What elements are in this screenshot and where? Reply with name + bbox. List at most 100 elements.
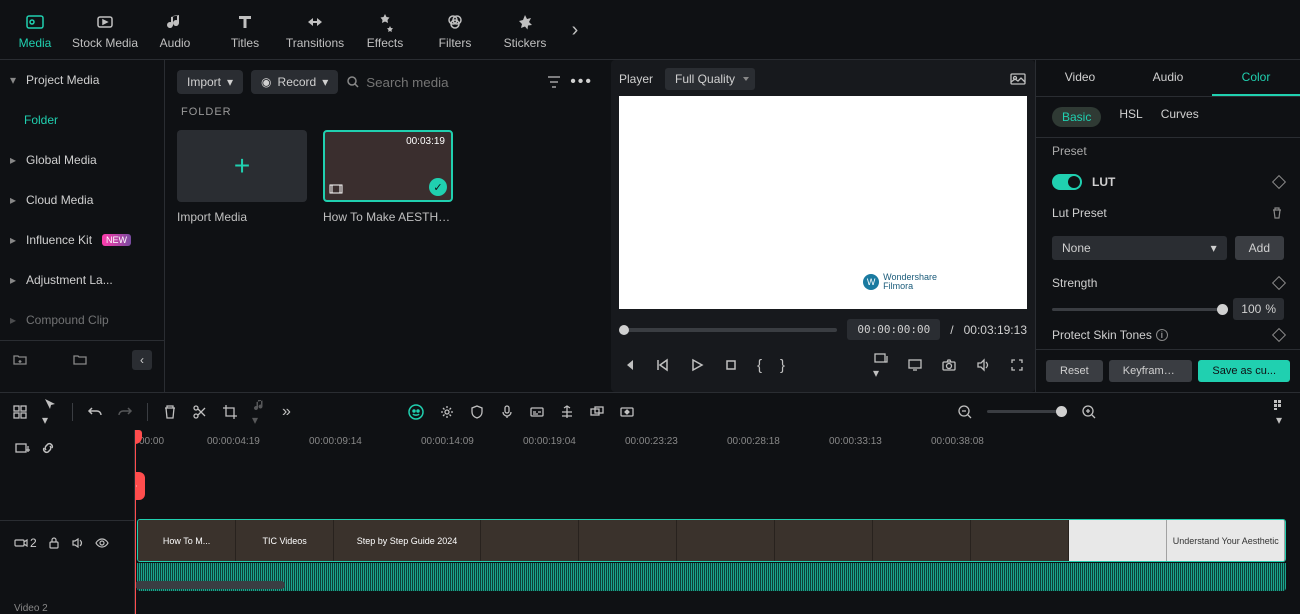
- tab-color[interactable]: Color: [1212, 60, 1300, 96]
- tab-video[interactable]: Video: [1036, 60, 1124, 96]
- cursor-icon[interactable]: ▾: [42, 397, 58, 427]
- trash-icon[interactable]: [1270, 206, 1284, 220]
- zoom-in-icon[interactable]: [1081, 404, 1097, 420]
- lock-icon[interactable]: [47, 536, 61, 550]
- keyframe-diamond[interactable]: [1272, 328, 1286, 342]
- sidebar-item-cloud[interactable]: ▸Cloud Media: [0, 180, 164, 220]
- visibility-icon[interactable]: [95, 536, 109, 550]
- mute-icon[interactable]: [71, 536, 85, 550]
- crop-icon[interactable]: [222, 404, 238, 420]
- music-icon[interactable]: ▾: [252, 397, 268, 427]
- plus-icon: +: [177, 130, 307, 202]
- mark-out-icon[interactable]: }: [780, 357, 785, 374]
- add-button[interactable]: Add: [1235, 236, 1284, 260]
- keyframe-icon[interactable]: [619, 404, 635, 420]
- lock-badge-icon[interactable]: [135, 472, 145, 500]
- info-icon[interactable]: i: [1156, 329, 1168, 341]
- play-icon[interactable]: [689, 357, 705, 373]
- media-panel: Import▾ ◉Record▾ ••• FOLDER + Import Med…: [165, 60, 605, 392]
- shield-icon[interactable]: [469, 404, 485, 420]
- playhead[interactable]: [135, 430, 136, 614]
- link-icon[interactable]: [40, 440, 56, 456]
- filter-icon[interactable]: [546, 74, 562, 90]
- tab-stock-media[interactable]: Stock Media: [70, 0, 140, 60]
- delete-icon[interactable]: [162, 404, 178, 420]
- tab-transitions[interactable]: Transitions: [280, 0, 350, 60]
- sidebar-item-global[interactable]: ▸Global Media: [0, 140, 164, 180]
- zoom-out-icon[interactable]: [957, 404, 973, 420]
- zoom-slider[interactable]: [987, 410, 1067, 413]
- sparkle-icon[interactable]: [439, 404, 455, 420]
- mic-icon[interactable]: [499, 404, 515, 420]
- volume-icon[interactable]: [975, 357, 991, 373]
- track-manager-icon[interactable]: [12, 404, 28, 420]
- camera-track-icon[interactable]: 2: [14, 536, 37, 550]
- sidebar-project-media[interactable]: ▾Project Media: [0, 60, 164, 100]
- strength-value[interactable]: 100%: [1233, 298, 1284, 320]
- subtitle-icon[interactable]: [529, 404, 545, 420]
- subtab-curves[interactable]: Curves: [1161, 107, 1199, 127]
- snapshot-icon[interactable]: [1009, 70, 1027, 88]
- view-mode-icon[interactable]: ▾: [1272, 397, 1288, 427]
- tab-effects[interactable]: Effects: [350, 0, 420, 60]
- camera-icon[interactable]: [941, 357, 957, 373]
- tile-label: Import Media: [177, 210, 307, 224]
- tab-stickers[interactable]: Stickers: [490, 0, 560, 60]
- sidebar-label: Folder: [24, 113, 58, 127]
- sidebar-item-adjustment[interactable]: ▸Adjustment La...: [0, 260, 164, 300]
- horizontal-scrollbar[interactable]: [135, 581, 285, 589]
- timeline-ruler[interactable]: 00:00 00:00:04:19 00:00:09:14 00:00:14:0…: [135, 430, 1300, 452]
- keyframe-diamond[interactable]: [1272, 175, 1286, 189]
- collapse-sidebar[interactable]: ‹: [132, 350, 152, 370]
- more-tools-icon[interactable]: »: [282, 403, 291, 421]
- strength-label: Strength: [1052, 276, 1097, 290]
- prev-frame-icon[interactable]: [621, 357, 637, 373]
- keyframe-panel-button[interactable]: Keyframe P...: [1109, 360, 1193, 382]
- redo-icon[interactable]: [117, 404, 133, 420]
- keyframe-diamond[interactable]: [1272, 276, 1286, 290]
- marker-icon[interactable]: [559, 404, 575, 420]
- quality-select[interactable]: Full Quality: [665, 68, 755, 90]
- lut-preset-select[interactable]: None▾: [1052, 236, 1227, 260]
- display-icon[interactable]: [907, 357, 923, 373]
- tab-audio[interactable]: Audio: [140, 0, 210, 60]
- stop-icon[interactable]: [723, 357, 739, 373]
- add-folder-icon[interactable]: [12, 352, 28, 368]
- mark-in-icon[interactable]: {: [757, 357, 762, 374]
- sidebar-item-compound[interactable]: ▸Compound Clip: [0, 300, 164, 340]
- subtab-hsl[interactable]: HSL: [1119, 107, 1142, 127]
- lut-toggle[interactable]: [1052, 174, 1082, 190]
- import-button[interactable]: Import▾: [177, 70, 243, 94]
- effects-icon: [375, 11, 395, 33]
- search-input[interactable]: [366, 75, 538, 90]
- ai-icon[interactable]: [407, 403, 425, 421]
- time-current[interactable]: 00:00:00:00: [847, 319, 940, 340]
- tab-filters[interactable]: Filters: [420, 0, 490, 60]
- media-clip[interactable]: 00:03:19 ✓ How To Make AESTHE...: [323, 130, 453, 224]
- tab-media[interactable]: Media: [0, 0, 70, 60]
- audio-waveform[interactable]: [137, 563, 1286, 591]
- add-track-icon[interactable]: [14, 440, 30, 456]
- save-custom-button[interactable]: Save as cu...: [1198, 360, 1290, 382]
- strength-slider[interactable]: [1052, 308, 1223, 311]
- preview-canvas[interactable]: WWondershare Filmora: [619, 96, 1027, 309]
- fullscreen-icon[interactable]: [1009, 357, 1025, 373]
- sidebar-item-influence[interactable]: ▸Influence KitNEW: [0, 220, 164, 260]
- scrub-bar[interactable]: [619, 328, 837, 332]
- folder-icon[interactable]: [72, 352, 88, 368]
- group-icon[interactable]: [589, 404, 605, 420]
- play-reverse-icon[interactable]: [655, 357, 671, 373]
- tab-titles[interactable]: Titles: [210, 0, 280, 60]
- sidebar-folder[interactable]: Folder: [0, 100, 164, 140]
- import-media-tile[interactable]: + Import Media: [177, 130, 307, 224]
- record-button[interactable]: ◉Record▾: [251, 70, 338, 94]
- tab-audio-insp[interactable]: Audio: [1124, 60, 1212, 96]
- undo-icon[interactable]: [87, 404, 103, 420]
- ratio-icon[interactable]: ▾: [873, 350, 889, 380]
- subtab-basic[interactable]: Basic: [1052, 107, 1101, 127]
- split-icon[interactable]: [192, 404, 208, 420]
- toolbar-more[interactable]: ›: [560, 0, 590, 60]
- reset-button[interactable]: Reset: [1046, 360, 1103, 382]
- more-icon[interactable]: •••: [570, 73, 593, 91]
- video-clip[interactable]: How To M... TIC Videos Step by Step Guid…: [137, 519, 1286, 562]
